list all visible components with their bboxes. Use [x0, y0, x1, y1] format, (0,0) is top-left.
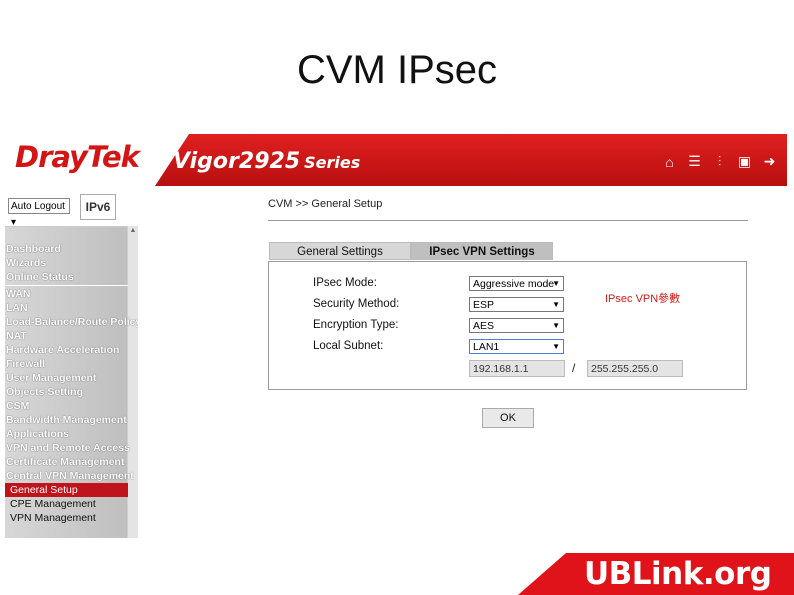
sidebar-item-lan[interactable]: LAN: [5, 301, 128, 315]
tab-bar: General Settings IPsec VPN Settings: [269, 242, 553, 260]
logout-icon[interactable]: ➜: [760, 152, 779, 171]
security-method-select[interactable]: ESP ▼: [469, 297, 564, 312]
chevron-down-icon: ▼: [552, 321, 560, 330]
ublink-logo: UBLink.org: [584, 556, 772, 592]
sidebar-item-user-management[interactable]: User Management: [5, 371, 128, 385]
settings-panel: IPsec Mode: Aggressive mode ▼ Security Me…: [268, 261, 747, 390]
tab-ipsec-vpn-settings[interactable]: IPsec VPN Settings: [411, 242, 553, 260]
sidebar-item-objects-setting[interactable]: Objects Setting: [5, 385, 128, 399]
ipsec-mode-label: IPsec Mode:: [313, 277, 377, 289]
home-icon[interactable]: ⌂: [660, 152, 679, 171]
local-subnet-select[interactable]: LAN1 ▼: [469, 339, 564, 354]
ipsec-mode-select[interactable]: Aggressive mode ▼: [469, 276, 564, 291]
sidebar-item-certificate-management[interactable]: Certificate Management: [5, 455, 128, 469]
ublink-banner: UBLink.org: [518, 553, 794, 595]
local-ip-field[interactable]: 192.168.1.1: [469, 360, 565, 377]
list-icon[interactable]: ☰: [685, 152, 704, 171]
chevron-down-icon: ▼: [552, 342, 560, 351]
auto-logout-select[interactable]: Auto Logout ▾: [8, 198, 70, 228]
sidebar-item-load-balance[interactable]: Load-Balance/Route Policy: [5, 315, 141, 329]
ipsec-params-note: IPsec VPN參數: [605, 293, 681, 305]
sidebar-item-applications[interactable]: Applications: [5, 427, 128, 441]
sidebar-scrollbar[interactable]: ▲: [127, 226, 138, 538]
draytek-logo: DrayTek: [15, 140, 140, 174]
main-content: CVM >> General Setup General Settings IP…: [138, 186, 787, 538]
sliders-icon[interactable]: ⫶: [710, 152, 729, 171]
model-name: Vigor2925 Series: [173, 149, 361, 174]
sidebar-item-vpn-management[interactable]: VPN Management: [5, 511, 128, 525]
sidebar-item-vpn-remote-access[interactable]: VPN and Remote Access: [5, 441, 130, 455]
save-icon[interactable]: ▣: [735, 152, 754, 171]
sidebar-item-hardware-acceleration[interactable]: Hardware Acceleration: [5, 343, 128, 357]
sidebar-item-firewall[interactable]: Firewall: [5, 357, 128, 371]
ok-button[interactable]: OK: [482, 408, 534, 428]
slide-title: CVM IPsec: [296, 48, 498, 92]
sidebar: Auto Logout ▾ IPv6 ▲ Dashboard Wizards O…: [5, 186, 141, 538]
ipv6-icon: IPv6: [80, 194, 116, 220]
tab-general-settings[interactable]: General Settings: [269, 242, 411, 260]
local-subnet-label: Local Subnet:: [313, 340, 384, 352]
router-header: DrayTek Vigor2925 Series ⌂ ☰ ⫶ ▣ ➜: [5, 134, 787, 186]
sidebar-item-nat[interactable]: NAT: [5, 329, 128, 343]
sidebar-item-wan[interactable]: WAN: [5, 287, 128, 301]
sidebar-item-dashboard[interactable]: Dashboard: [5, 242, 128, 256]
sidebar-item-bandwidth-management[interactable]: Bandwidth Management: [5, 413, 128, 427]
ip-mask-separator: /: [572, 361, 576, 375]
chevron-down-icon: ▼: [552, 300, 560, 309]
sidebar-item-general-setup[interactable]: General Setup: [5, 483, 128, 497]
sidebar-item-cpe-management[interactable]: CPE Management: [5, 497, 128, 511]
encryption-type-label: Encryption Type:: [313, 319, 399, 331]
encryption-type-select[interactable]: AES ▼: [469, 318, 564, 333]
subnet-mask-field[interactable]: 255.255.255.0: [587, 360, 683, 377]
sidebar-item-central-vpn-management[interactable]: Central VPN Management: [5, 469, 134, 483]
sidebar-menu: Dashboard Wizards Online Status WAN LAN …: [5, 242, 141, 525]
router-screenshot: DrayTek Vigor2925 Series ⌂ ☰ ⫶ ▣ ➜ Auto L…: [5, 134, 787, 538]
chevron-down-icon: ▼: [552, 279, 560, 288]
sidebar-item-online-status[interactable]: Online Status: [5, 270, 128, 284]
breadcrumb: CVM >> General Setup: [268, 198, 383, 210]
sidebar-item-csm[interactable]: CSM: [5, 399, 128, 413]
sidebar-item-wizards[interactable]: Wizards: [5, 256, 128, 270]
security-method-label: Security Method:: [313, 298, 400, 310]
